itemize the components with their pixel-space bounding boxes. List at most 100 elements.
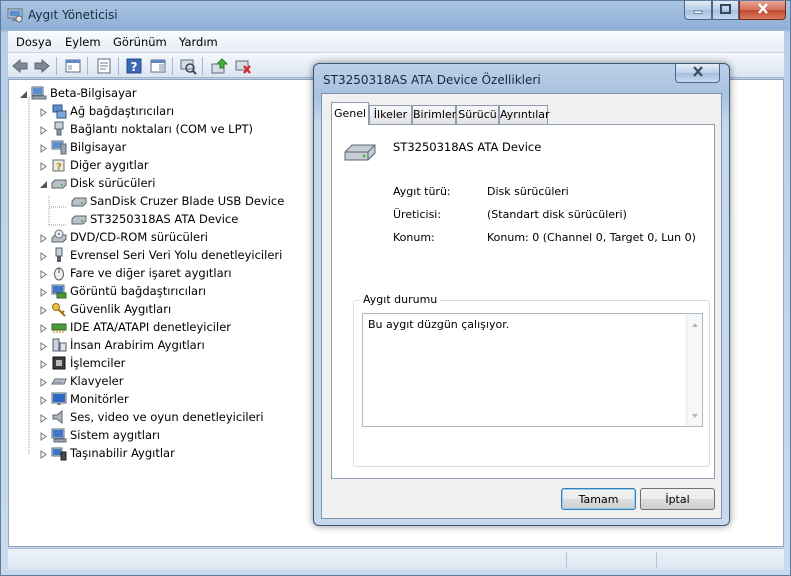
device-name: ST3250318AS ATA Device xyxy=(393,140,542,154)
tree-item-usb-controllers[interactable]: Evrensel Seri Veri Yolu denetleyicileri xyxy=(39,246,282,264)
expand-icon[interactable] xyxy=(39,269,48,279)
security-key-icon xyxy=(51,301,67,317)
show-hide-tree-icon[interactable] xyxy=(64,57,82,75)
status-bar-cell xyxy=(656,552,766,568)
tree-item-display-adapters[interactable]: Görüntü bağdaştırıcıları xyxy=(39,282,206,300)
dialog-close-button[interactable] xyxy=(675,64,720,83)
manufacturer-label: Üreticisi: xyxy=(393,208,442,221)
computer-icon xyxy=(51,139,67,155)
collapse-icon[interactable] xyxy=(19,89,28,98)
status-scrollbar[interactable] xyxy=(686,314,702,426)
menu-view[interactable]: Görünüm xyxy=(113,35,167,49)
expand-icon[interactable] xyxy=(39,143,48,153)
scan-hardware-icon[interactable] xyxy=(179,57,197,75)
toolbar-separator xyxy=(172,57,173,75)
help-icon[interactable]: ? xyxy=(125,57,143,75)
disk-drive-icon xyxy=(71,193,87,209)
tree-item-processors[interactable]: İşlemciler xyxy=(39,354,125,372)
expand-icon[interactable] xyxy=(39,431,48,441)
tree-item-other-devices[interactable]: ? Diğer aygıtlar xyxy=(39,156,149,174)
expand-icon[interactable] xyxy=(39,125,48,135)
minimize-icon xyxy=(693,4,703,17)
expand-icon[interactable] xyxy=(39,107,48,117)
tree-item-ide-controllers[interactable]: IDE ATA/ATAPI denetleyiciler xyxy=(39,318,231,336)
tree-item-computer[interactable]: Bilgisayar xyxy=(39,138,126,156)
expand-icon[interactable] xyxy=(39,341,48,351)
tree-item-label: SanDisk Cruzer Blade USB Device xyxy=(90,194,285,208)
menu-action[interactable]: Eylem xyxy=(65,35,101,49)
menu-file[interactable]: Dosya xyxy=(16,35,52,49)
display-adapter-icon xyxy=(51,283,67,299)
collapse-icon[interactable] xyxy=(39,179,48,188)
tree-item-label: Monitörler xyxy=(70,392,129,406)
expand-icon[interactable] xyxy=(39,359,48,369)
cancel-button[interactable]: İptal xyxy=(640,488,715,510)
disk-drive-icon xyxy=(71,211,87,227)
expand-icon[interactable] xyxy=(39,449,48,459)
tab-volumes[interactable]: Birimler xyxy=(412,105,456,124)
tab-details[interactable]: Ayrıntılar xyxy=(499,105,550,124)
update-driver-icon[interactable] xyxy=(210,57,229,75)
properties-icon[interactable] xyxy=(95,57,113,75)
uninstall-icon[interactable] xyxy=(234,57,252,75)
tab-driver[interactable]: Sürücü xyxy=(456,105,499,124)
tree-item-system-devices[interactable]: Sistem aygıtları xyxy=(39,426,160,444)
expand-icon[interactable] xyxy=(39,251,48,261)
scroll-up-icon[interactable] xyxy=(691,318,699,331)
tree-item-network-adapters[interactable]: Ağ bağdaştırıcıları xyxy=(39,102,174,120)
hid-icon xyxy=(51,337,67,353)
menu-bar: Dosya Eylem Görünüm Yardım xyxy=(8,31,784,52)
tree-item-monitors[interactable]: Monitörler xyxy=(39,390,129,408)
back-icon[interactable] xyxy=(11,57,29,75)
window-title: Aygıt Yöneticisi xyxy=(28,8,118,22)
port-icon xyxy=(51,121,67,137)
action-pane-icon[interactable] xyxy=(149,57,167,75)
title-bar[interactable]: Aygıt Yöneticisi xyxy=(1,1,790,29)
tree-item-sound-video-game[interactable]: Ses, video ve oyun denetleyicileri xyxy=(39,408,264,426)
tree-item-st3250318as[interactable]: ST3250318AS ATA Device xyxy=(71,210,238,228)
device-status-textbox[interactable]: Bu aygıt düzgün çalışıyor. xyxy=(362,313,703,427)
menu-help[interactable]: Yardım xyxy=(179,35,218,49)
tree-item-disk-drives[interactable]: Disk sürücüleri xyxy=(39,174,155,192)
device-type-label: Aygıt türü: xyxy=(393,185,451,198)
dialog-title: ST3250318AS ATA Device Özellikleri xyxy=(323,73,541,87)
tree-item-label: Ses, video ve oyun denetleyicileri xyxy=(70,410,264,424)
tree-item-label: Taşınabilir Aygıtlar xyxy=(70,446,175,460)
close-button[interactable] xyxy=(739,1,786,20)
tree-item-portable-devices[interactable]: Taşınabilir Aygıtlar xyxy=(39,444,175,462)
tree-item-label: Fare ve diğer işaret aygıtları xyxy=(70,266,232,280)
minimize-button[interactable] xyxy=(684,1,712,20)
tree-item-label: Ağ bağdaştırıcıları xyxy=(70,104,175,118)
tab-policies[interactable]: İlkeler xyxy=(369,105,412,124)
status-bar xyxy=(8,548,784,570)
tree-root[interactable]: Beta-Bilgisayar xyxy=(19,84,137,102)
scroll-down-icon[interactable] xyxy=(691,409,699,422)
close-icon xyxy=(692,66,704,80)
tree-item-security-devices[interactable]: Güvenlik Aygıtları xyxy=(39,300,171,318)
speaker-icon xyxy=(51,409,67,425)
tree-item-label: Disk sürücüleri xyxy=(70,176,156,190)
forward-icon[interactable] xyxy=(33,57,51,75)
tree-item-hid[interactable]: İnsan Arabirim Aygıtları xyxy=(39,336,205,354)
tree-item-dvd-drives[interactable]: DVD/CD-ROM sürücüleri xyxy=(39,228,208,246)
toolbar-separator xyxy=(202,57,203,75)
maximize-button[interactable] xyxy=(712,1,739,20)
tree-item-keyboards[interactable]: Klavyeler xyxy=(39,372,123,390)
tree-item-mice[interactable]: Fare ve diğer işaret aygıtları xyxy=(39,264,232,282)
mouse-icon xyxy=(51,265,67,281)
expand-icon[interactable] xyxy=(39,323,48,333)
ok-button[interactable]: Tamam xyxy=(561,488,636,510)
expand-icon[interactable] xyxy=(39,287,48,297)
tree-item-ports[interactable]: Bağlantı noktaları (COM ve LPT) xyxy=(39,120,253,138)
monitor-icon xyxy=(51,391,67,407)
tree-item-sandisk[interactable]: SanDisk Cruzer Blade USB Device xyxy=(71,192,284,210)
expand-icon[interactable] xyxy=(39,395,48,405)
expand-icon[interactable] xyxy=(39,233,48,243)
expand-icon[interactable] xyxy=(39,377,48,387)
expand-icon[interactable] xyxy=(39,413,48,423)
svg-text:?: ? xyxy=(131,60,138,74)
expand-icon[interactable] xyxy=(39,161,48,171)
tab-general[interactable]: Genel xyxy=(331,102,369,125)
tree-item-label: Güvenlik Aygıtları xyxy=(70,302,172,316)
expand-icon[interactable] xyxy=(39,305,48,315)
